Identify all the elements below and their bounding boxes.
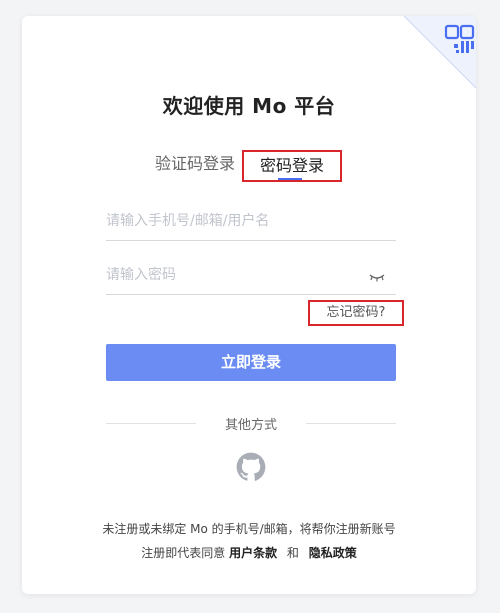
- qr-login-corner[interactable]: [403, 16, 476, 89]
- login-tabs: 验证码登录 密码登录: [22, 150, 476, 184]
- login-button[interactable]: 立即登录: [106, 344, 396, 381]
- github-icon[interactable]: [236, 452, 266, 482]
- login-card: 欢迎使用 Mo 平台 验证码登录 密码登录 忘记密码? 立即登录 其他方式 未注…: [22, 16, 476, 594]
- password-input[interactable]: [106, 260, 356, 290]
- qr-code-icon: [403, 16, 476, 89]
- divider-line-right: [306, 423, 396, 424]
- register-notice: 未注册或未绑定 Mo 的手机号/邮箱，将帮你注册新账号: [102, 522, 396, 536]
- agreement-line: 注册即代表同意 用户条款 和 隐私政策: [22, 544, 476, 561]
- account-input[interactable]: [106, 206, 356, 236]
- tab-code-login[interactable]: 验证码登录: [150, 150, 240, 182]
- other-methods-divider: 其他方式: [106, 414, 396, 434]
- active-tab-indicator: [278, 178, 302, 180]
- agreement-prefix: 注册即代表同意: [141, 546, 226, 560]
- eye-closed-icon[interactable]: [368, 268, 386, 282]
- forgot-password-link[interactable]: 忘记密码?: [308, 300, 404, 326]
- account-field: [106, 206, 396, 241]
- password-field: [106, 260, 396, 295]
- page-title: 欢迎使用 Mo 平台: [162, 94, 336, 118]
- agreement-and: 和: [286, 546, 299, 560]
- terms-link[interactable]: 用户条款: [229, 546, 277, 560]
- privacy-link[interactable]: 隐私政策: [309, 546, 357, 560]
